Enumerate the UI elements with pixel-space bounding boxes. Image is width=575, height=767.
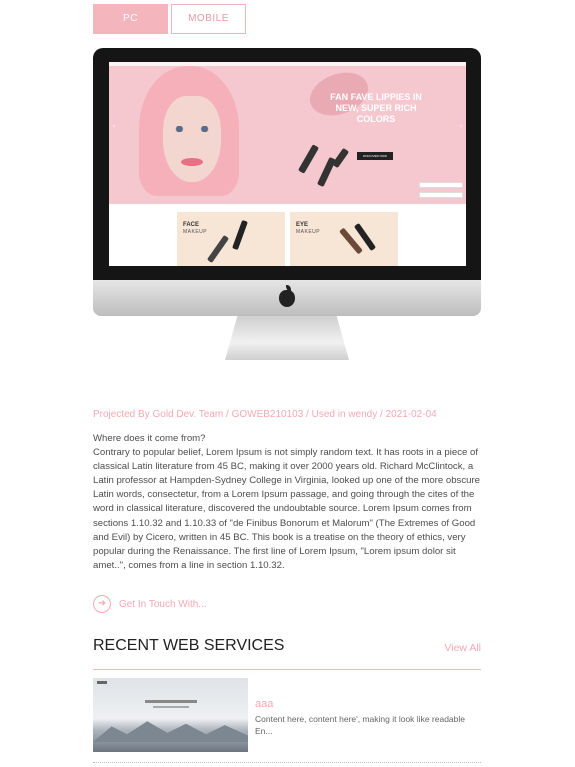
monitor-bezel: FAN FAVE LIPPIES IN NEW, SUPER RICH COLO…: [93, 48, 481, 280]
contact-link[interactable]: ➜ Get In Touch With...: [93, 595, 207, 613]
contact-label: Get In Touch With...: [119, 598, 207, 610]
monitor-chin: [93, 280, 481, 316]
preview-mini-card: [419, 182, 463, 188]
preview-mini-card: [419, 192, 463, 198]
chevron-left-icon: ‹: [113, 124, 115, 130]
section-title: RECENT WEB SERVICES: [93, 637, 285, 654]
project-description: Where does it come from? Contrary to pop…: [93, 433, 481, 571]
section-divider: [93, 669, 481, 670]
arrow-right-circle-icon: ➜: [93, 595, 111, 613]
model-image: [139, 66, 239, 204]
tab-mobile[interactable]: MOBILE: [171, 4, 246, 34]
preview-category-face: FACE MAKEUP: [177, 212, 285, 266]
service-title[interactable]: aaa: [255, 698, 273, 710]
apple-logo-icon: [279, 285, 295, 307]
preview-screen: FAN FAVE LIPPIES IN NEW, SUPER RICH COLO…: [109, 62, 466, 266]
lipstick-product: [297, 144, 320, 174]
project-meta: Projected By Gold Dev. Team / GOWEB21010…: [93, 409, 437, 420]
service-card[interactable]: aaa Content here, content here', making …: [93, 678, 481, 754]
product-image: [232, 219, 248, 251]
lipstick-product: [331, 147, 350, 169]
product-image: [206, 234, 230, 264]
service-excerpt: Content here, content here', making it l…: [255, 714, 465, 736]
monitor-stand: [225, 316, 349, 360]
preview-headline: FAN FAVE LIPPIES IN NEW, SUPER RICH COLO…: [330, 92, 422, 124]
preview-banner: FAN FAVE LIPPIES IN NEW, SUPER RICH COLO…: [109, 62, 466, 204]
list-divider: [93, 762, 481, 763]
preview-category-eye: EYE MAKEUP: [290, 212, 398, 266]
desktop-preview: FAN FAVE LIPPIES IN NEW, SUPER RICH COLO…: [93, 48, 481, 360]
view-mode-tabs: PC MOBILE: [93, 4, 249, 34]
tab-pc[interactable]: PC: [93, 4, 168, 34]
preview-cta-button: DISCOVER NOW: [357, 152, 393, 160]
view-all-link[interactable]: View All: [444, 642, 481, 654]
service-thumbnail: [93, 678, 248, 752]
chevron-right-icon: ›: [460, 124, 462, 130]
